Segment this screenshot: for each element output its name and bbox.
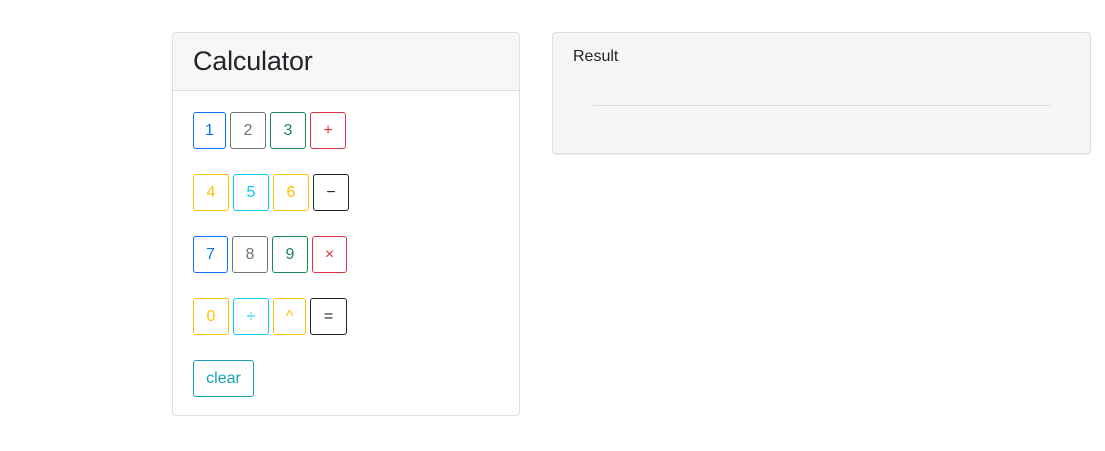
digit-9-button[interactable]: 9: [272, 236, 308, 273]
multiply-button[interactable]: ×: [312, 236, 347, 273]
divide-button[interactable]: ÷: [233, 298, 269, 335]
subtract-button[interactable]: −: [313, 174, 349, 211]
result-label: Result: [573, 48, 619, 65]
digit-4-button[interactable]: 4: [193, 174, 229, 211]
power-button[interactable]: ^: [273, 298, 306, 335]
clear-button[interactable]: clear: [193, 360, 254, 397]
digit-1-button[interactable]: 1: [193, 112, 226, 149]
digit-5-button[interactable]: 5: [233, 174, 269, 211]
digit-7-button[interactable]: 7: [193, 236, 228, 273]
digit-6-button[interactable]: 6: [273, 174, 309, 211]
digit-0-button[interactable]: 0: [193, 298, 229, 335]
result-card: Result: [552, 32, 1091, 154]
digit-8-button[interactable]: 8: [232, 236, 268, 273]
calculator-header: Calculator: [173, 33, 519, 91]
calculator-title: Calculator: [193, 46, 313, 76]
digit-3-button[interactable]: 3: [270, 112, 306, 149]
digit-2-button[interactable]: 2: [230, 112, 266, 149]
calculator-card: Calculator 1 2 3 + 4 5 6 − 7 8 9 × 0 ÷ ^…: [172, 32, 520, 416]
result-divider: [593, 105, 1050, 106]
equals-button[interactable]: =: [310, 298, 347, 335]
add-button[interactable]: +: [310, 112, 346, 149]
